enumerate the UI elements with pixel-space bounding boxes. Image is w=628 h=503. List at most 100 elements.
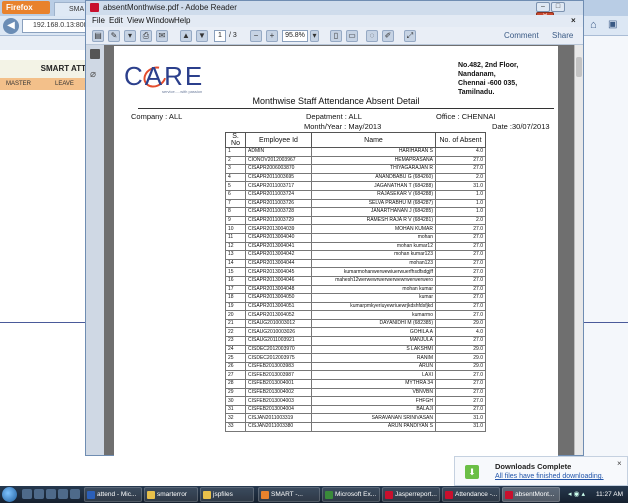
absent-count-cell: 27.0 — [435, 379, 486, 389]
taskbar-item[interactable]: Attendance -... — [442, 487, 500, 502]
system-tray-icons[interactable]: ◂ ◉ ▴ — [568, 490, 585, 499]
menu-leave[interactable]: LEAVE — [55, 78, 74, 90]
attachment-icon[interactable]: ⌀ — [90, 69, 100, 81]
menu-view[interactable]: View — [127, 15, 144, 27]
folder-icon — [203, 491, 211, 499]
taskbar-item[interactable]: SMART -... — [258, 487, 320, 502]
absent-count-cell: 27.0 — [435, 224, 486, 234]
menu-edit[interactable]: Edit — [109, 15, 123, 27]
tools-icon[interactable]: ▣ — [608, 19, 617, 30]
serial-number-cell: 13 — [225, 250, 246, 260]
highlight-icon[interactable]: ✐ — [382, 30, 394, 42]
employee-name-cell: mohan kumar — [311, 284, 436, 295]
quick-launch-explorer-icon[interactable] — [22, 489, 32, 499]
logo-tagline: service.....with passion — [162, 89, 203, 94]
maximize-icon[interactable]: □ — [551, 2, 565, 12]
table-row: 27 CISFEB2013003987 LAXI 27.0 — [225, 370, 486, 381]
fit-page-icon[interactable]: ▯ — [330, 30, 342, 42]
reader-toolbar: ▤ ✎ ▾ ⎙ ✉ ▲ ▼ 1 / 3 − + 95.8% ▾ ▯ ▭ ◌ ✐ … — [86, 27, 583, 45]
firefox-menu-button[interactable]: Firefox — [2, 1, 50, 14]
next-page-icon[interactable]: ▼ — [196, 30, 208, 42]
employee-name-cell: RAMESH RAJA R V (684281) — [311, 215, 436, 226]
home-icon[interactable]: ⌂ — [590, 19, 597, 31]
download-complete-icon: ⬇ — [465, 465, 479, 479]
zoom-out-icon[interactable]: − — [250, 30, 262, 42]
quick-launch-app-icon[interactable] — [58, 489, 68, 499]
employee-id-cell: CISFEB2013003983 — [245, 361, 312, 372]
page-number-input[interactable]: 1 — [214, 30, 226, 42]
previous-page-icon[interactable]: ▲ — [180, 30, 192, 42]
url-bar[interactable]: 192.168.0.13:8080/ — [22, 19, 86, 33]
email-icon[interactable]: ✉ — [156, 30, 168, 42]
zoom-input[interactable]: 95.8% — [282, 30, 308, 42]
quick-launch-app-icon[interactable] — [70, 489, 80, 499]
absent-count-cell: 31.0 — [435, 413, 486, 423]
taskbar-item[interactable]: Microsoft Ex... — [322, 487, 380, 502]
employee-name-cell: HEMAPRASANA — [311, 155, 436, 166]
close-icon[interactable]: × — [617, 459, 622, 468]
table-row: 3 CISAPR2006003870 THIYAGARAJAN R 27.0 — [225, 164, 486, 174]
serial-number-cell: 4 — [225, 172, 246, 183]
close-document-icon[interactable]: × — [571, 15, 576, 27]
share-pane-button[interactable]: Share — [552, 31, 573, 41]
minimize-icon[interactable]: – — [536, 2, 550, 12]
care-logo: CARE service.....with passion — [124, 62, 224, 94]
employee-id-cell: CISAPR2013004045 — [245, 267, 312, 277]
page-thumbnails-icon[interactable] — [90, 49, 100, 59]
edit-pdf-icon[interactable]: ✎ — [108, 30, 120, 42]
zoom-dropdown-icon[interactable]: ▾ — [310, 30, 319, 42]
menu-master[interactable]: MASTER — [6, 78, 31, 90]
fit-width-icon[interactable]: ▭ — [346, 30, 358, 42]
employee-name-cell: ANANDBABU G (684260) — [311, 172, 436, 183]
absent-count-cell: 4.0 — [435, 147, 486, 157]
system-clock[interactable]: 11:27 AM — [596, 490, 623, 499]
serial-number-cell: 30 — [225, 396, 246, 406]
absent-count-cell: 27.0 — [435, 275, 486, 286]
address-line: Chennai -600 035, — [458, 80, 518, 87]
employee-name-cell: RAJASEKAR V (684288) — [311, 189, 436, 200]
employee-name-cell: mahesh12werwewrwerwerwewrwerwerwero — [311, 275, 436, 286]
taskbar-item[interactable]: attend - Mic... — [84, 487, 142, 502]
quick-launch-media-icon[interactable] — [34, 489, 44, 499]
scrollbar-thumb[interactable] — [576, 57, 582, 77]
downloads-link[interactable]: All files have finished downloading. — [495, 472, 604, 481]
table-row: 20 CISAPR2013004052 kumarmo 27.0 — [225, 310, 486, 320]
taskbar-item-active[interactable]: absentMont... — [502, 487, 560, 502]
quick-launch-app-icon[interactable] — [46, 489, 56, 499]
table-row: 13 CISAPR2013004042 mohan kumar123 27.0 — [225, 250, 486, 260]
menu-help[interactable]: Help — [174, 15, 190, 27]
absent-count-cell: 27.0 — [435, 258, 486, 269]
comment-bubble-icon[interactable]: ◌ — [366, 30, 378, 42]
menu-file[interactable]: File — [92, 15, 105, 27]
absent-count-cell: 31.0 — [435, 422, 486, 432]
absent-count-cell: 2.0 — [435, 215, 486, 226]
table-row: 15 CISAPR2013004045 kumarmohanwerwewiuerwu… — [225, 267, 486, 277]
taskbar-item[interactable]: Jasperreport... — [382, 487, 440, 502]
vertical-scrollbar[interactable] — [574, 45, 583, 455]
serial-number-cell: 7 — [225, 198, 246, 209]
employee-name-cell: mohan kumar12 — [311, 241, 436, 252]
back-icon[interactable]: ◀ — [3, 18, 19, 34]
expand-icon[interactable]: ⤢ — [404, 30, 416, 42]
save-icon[interactable]: ▾ — [124, 30, 136, 42]
company-filter: Company : ALL — [131, 112, 183, 121]
table-row: 6 CISAPR2011003724 RAJASEKAR V (684288) 1.0 — [225, 189, 486, 200]
table-row: 4 CISAPR2011003695 ANANDBABU G (684260) 2.0 — [225, 172, 486, 183]
start-button[interactable] — [2, 487, 17, 502]
serial-number-cell: 17 — [225, 284, 246, 295]
taskbar-item[interactable]: jspfiles — [200, 487, 254, 502]
serial-number-cell: 29 — [225, 387, 246, 398]
menu-window[interactable]: Window — [146, 15, 174, 27]
employee-id-cell: ADMIN — [245, 147, 312, 157]
create-icon[interactable]: ▤ — [92, 30, 104, 42]
comment-pane-button[interactable]: Comment — [504, 31, 539, 41]
zoom-in-icon[interactable]: + — [266, 30, 278, 42]
serial-number-cell: 8 — [225, 207, 246, 217]
downloads-notification[interactable]: ⬇ Downloads Complete All files have fini… — [454, 456, 628, 486]
table-row: 18 CISAPR2013004050 kumar 27.0 — [225, 293, 486, 303]
employee-name-cell: FHFGH — [311, 396, 436, 406]
print-icon[interactable]: ⎙ — [140, 30, 152, 42]
serial-number-cell: 14 — [225, 258, 246, 269]
employee-id-cell: CISAPR2013004052 — [245, 310, 312, 320]
taskbar-item[interactable]: smarterror — [144, 487, 198, 502]
